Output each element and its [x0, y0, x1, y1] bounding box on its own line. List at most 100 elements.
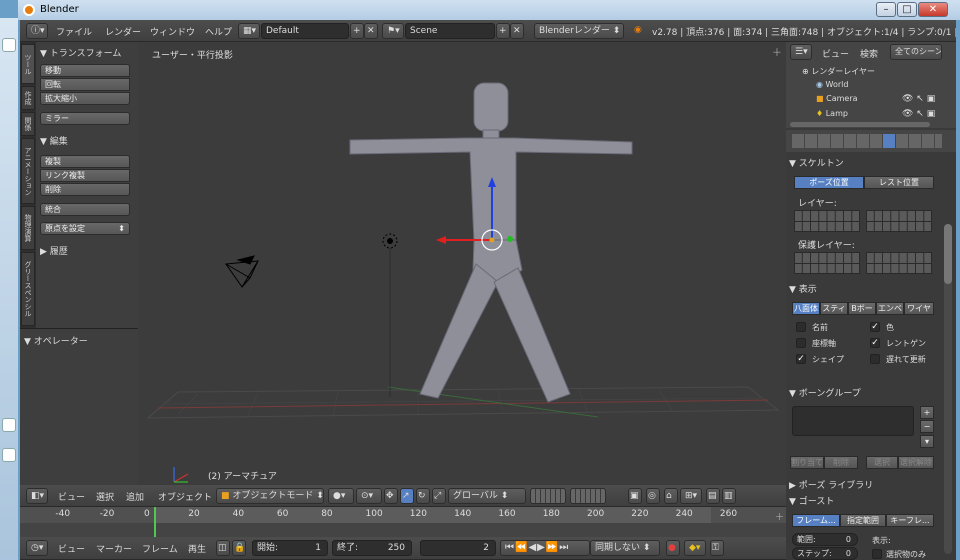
preview-range-icon[interactable]: ◫ — [216, 540, 230, 556]
remove-scene-button[interactable]: ✕ — [510, 23, 524, 39]
current-frame-field[interactable]: 2 — [420, 540, 496, 556]
render-still-icon[interactable]: ▤ — [706, 488, 720, 504]
menu-add[interactable]: 追加 — [126, 490, 144, 503]
properties-scrollbar[interactable] — [944, 224, 952, 554]
layer-buttons-a[interactable] — [530, 488, 566, 504]
join-button[interactable]: 統合 — [40, 203, 130, 216]
layout-field[interactable]: Default — [261, 23, 349, 39]
ghost-range-button[interactable]: 指定範囲 — [840, 514, 886, 527]
delete-button[interactable]: 削除 — [40, 183, 130, 196]
display-bbone-button[interactable]: Bボー — [848, 302, 876, 315]
outliner-item-lamp[interactable]: ♦ Lamp — [816, 109, 848, 118]
outliner-menu-search[interactable]: 検索 — [860, 47, 878, 60]
tab-physics[interactable]: 物理演算 — [21, 206, 35, 250]
outliner-item-camera[interactable]: ■ Camera — [816, 94, 858, 103]
manipulator-toggle-icon[interactable]: ✥ — [384, 488, 398, 504]
display-header[interactable]: ▼ 表示 — [789, 282, 943, 295]
current-frame-indicator[interactable] — [154, 507, 156, 537]
translate-manipulator-icon[interactable]: ↗ — [400, 488, 414, 504]
rotate-manipulator-icon[interactable]: ↻ — [416, 488, 430, 504]
desktop-icon[interactable] — [2, 448, 16, 462]
timeline-menu-playback[interactable]: 再生 — [188, 542, 206, 555]
timeline[interactable]: -40 -20 0 20 40 60 80 100 120 140 160 180 200 220 240 2… — [20, 507, 786, 537]
display-checkbox[interactable] — [796, 338, 806, 348]
display-checkbox[interactable]: ✓ — [870, 322, 880, 332]
playback-controls[interactable]: ⏮⏪◀▶⏩⏭ — [500, 540, 590, 556]
menu-help[interactable]: ヘルプ — [205, 25, 232, 38]
tab-animation[interactable]: アニメーション — [21, 138, 35, 204]
tab-relations[interactable]: 関係 — [21, 112, 35, 136]
display-envelope-button[interactable]: エンベ — [876, 302, 904, 315]
transform-header[interactable]: ▼ トランスフォーム — [40, 46, 121, 59]
deselect-button[interactable]: 選択解除 — [898, 456, 934, 469]
keying-icon[interactable]: ◆▾ — [684, 540, 706, 556]
mirror-button[interactable]: ミラー — [40, 112, 130, 125]
proportional-edit-icon[interactable]: ◎ — [646, 488, 660, 504]
menu-file[interactable]: ファイル — [56, 25, 92, 38]
maximize-button[interactable]: □ — [897, 2, 917, 17]
armature-data-tab-icon[interactable] — [883, 134, 895, 148]
snap-element-icon[interactable]: ⊞▾ — [680, 488, 702, 504]
add-scene-button[interactable]: + — [496, 23, 510, 39]
remove-button[interactable]: 削除 — [824, 456, 858, 469]
selected-only-checkbox[interactable] — [872, 549, 882, 559]
snap-toggle-icon[interactable]: ⌂ — [664, 488, 678, 504]
orientation-dropdown[interactable]: グローバル ⬍ — [448, 488, 526, 504]
scene-field[interactable]: Scene — [405, 23, 495, 39]
info-editor-type-icon[interactable]: ⓘ▾ — [26, 23, 48, 39]
outliner-filter-dropdown[interactable]: 全てのシーン — [890, 44, 942, 60]
display-checkbox[interactable] — [870, 354, 880, 364]
outliner-item-world[interactable]: ◉ World — [816, 80, 848, 89]
layer-buttons-b[interactable] — [570, 488, 606, 504]
display-checkbox[interactable]: ✓ — [870, 338, 880, 348]
timeline-menu-marker[interactable]: マーカー — [96, 542, 132, 555]
keyframe-insert-icon[interactable]: ⚿ — [710, 540, 724, 556]
display-checkbox[interactable] — [796, 322, 806, 332]
scale-button[interactable]: 拡大縮小 — [40, 92, 130, 105]
camera-object[interactable] — [225, 255, 259, 288]
history-header[interactable]: ▶ 履歴 — [40, 244, 68, 257]
add-layout-button[interactable]: + — [350, 23, 364, 39]
editor-type-icon[interactable]: ◧▾ — [26, 488, 48, 504]
desktop-icon[interactable] — [2, 418, 16, 432]
assign-button[interactable]: 割り当て — [790, 456, 824, 469]
bonegroup-remove-button[interactable]: − — [920, 420, 934, 433]
context-tab-icons[interactable] — [792, 134, 942, 148]
protected-layers-b[interactable] — [866, 252, 932, 274]
lock-range-icon[interactable]: 🔒 — [232, 540, 246, 556]
render-engine-dropdown[interactable]: Blenderレンダー ⬍ — [534, 23, 624, 39]
close-button[interactable]: ✕ — [918, 2, 948, 17]
outliner-visibility-icons[interactable]: 👁 ↖ ▣ — [902, 94, 935, 104]
rest-position-button[interactable]: レスト位置 — [864, 176, 934, 189]
display-octahedral-button[interactable]: 八面体 — [792, 302, 820, 315]
menu-select[interactable]: 選択 — [96, 490, 114, 503]
menu-render[interactable]: レンダー — [105, 25, 141, 38]
timeline-split-icon[interactable]: ＋ — [775, 510, 784, 523]
scale-manipulator-icon[interactable]: ⤢ — [432, 488, 446, 504]
ghost-range-field[interactable]: 範囲: 0 — [792, 533, 858, 546]
outliner-menu-view[interactable]: ビュー — [822, 47, 849, 60]
bonegroup-menu-button[interactable]: ▾ — [920, 435, 934, 448]
tab-tools[interactable]: ツール — [21, 44, 35, 84]
record-icon[interactable]: ● — [666, 540, 680, 556]
timeline-menu-frame[interactable]: フレーム — [142, 542, 178, 555]
outliner-visibility-icons[interactable]: 👁 ↖ ▣ — [902, 109, 935, 119]
duplicate-button[interactable]: 複製 — [40, 155, 130, 168]
minimize-button[interactable]: – — [876, 2, 896, 17]
tab-create[interactable]: 作成 — [21, 86, 35, 110]
move-button[interactable]: 移動 — [40, 64, 130, 77]
display-checkbox[interactable]: ✓ — [796, 354, 806, 364]
bone-layers-b[interactable] — [866, 210, 932, 232]
outliner-editor-type-icon[interactable]: ☰▾ — [790, 44, 812, 60]
lamp-object[interactable] — [382, 233, 398, 397]
protected-layers-a[interactable] — [794, 252, 860, 274]
display-wire-button[interactable]: ワイヤ — [904, 302, 934, 315]
tab-grease-pencil[interactable]: グリースペンシル — [21, 252, 35, 326]
remove-layout-button[interactable]: ✕ — [364, 23, 378, 39]
start-frame-field[interactable]: 開始: 1 — [252, 540, 328, 556]
timeline-menu-view[interactable]: ビュー — [58, 542, 85, 555]
ghost-frames-button[interactable]: フレーム... — [792, 514, 840, 527]
pose-library-header[interactable]: ▶ ポーズ ライブラリ — [789, 478, 943, 491]
sync-dropdown[interactable]: 同期しない ⬍ — [590, 540, 660, 556]
lock-layers-icon[interactable]: ▣ — [628, 488, 642, 504]
